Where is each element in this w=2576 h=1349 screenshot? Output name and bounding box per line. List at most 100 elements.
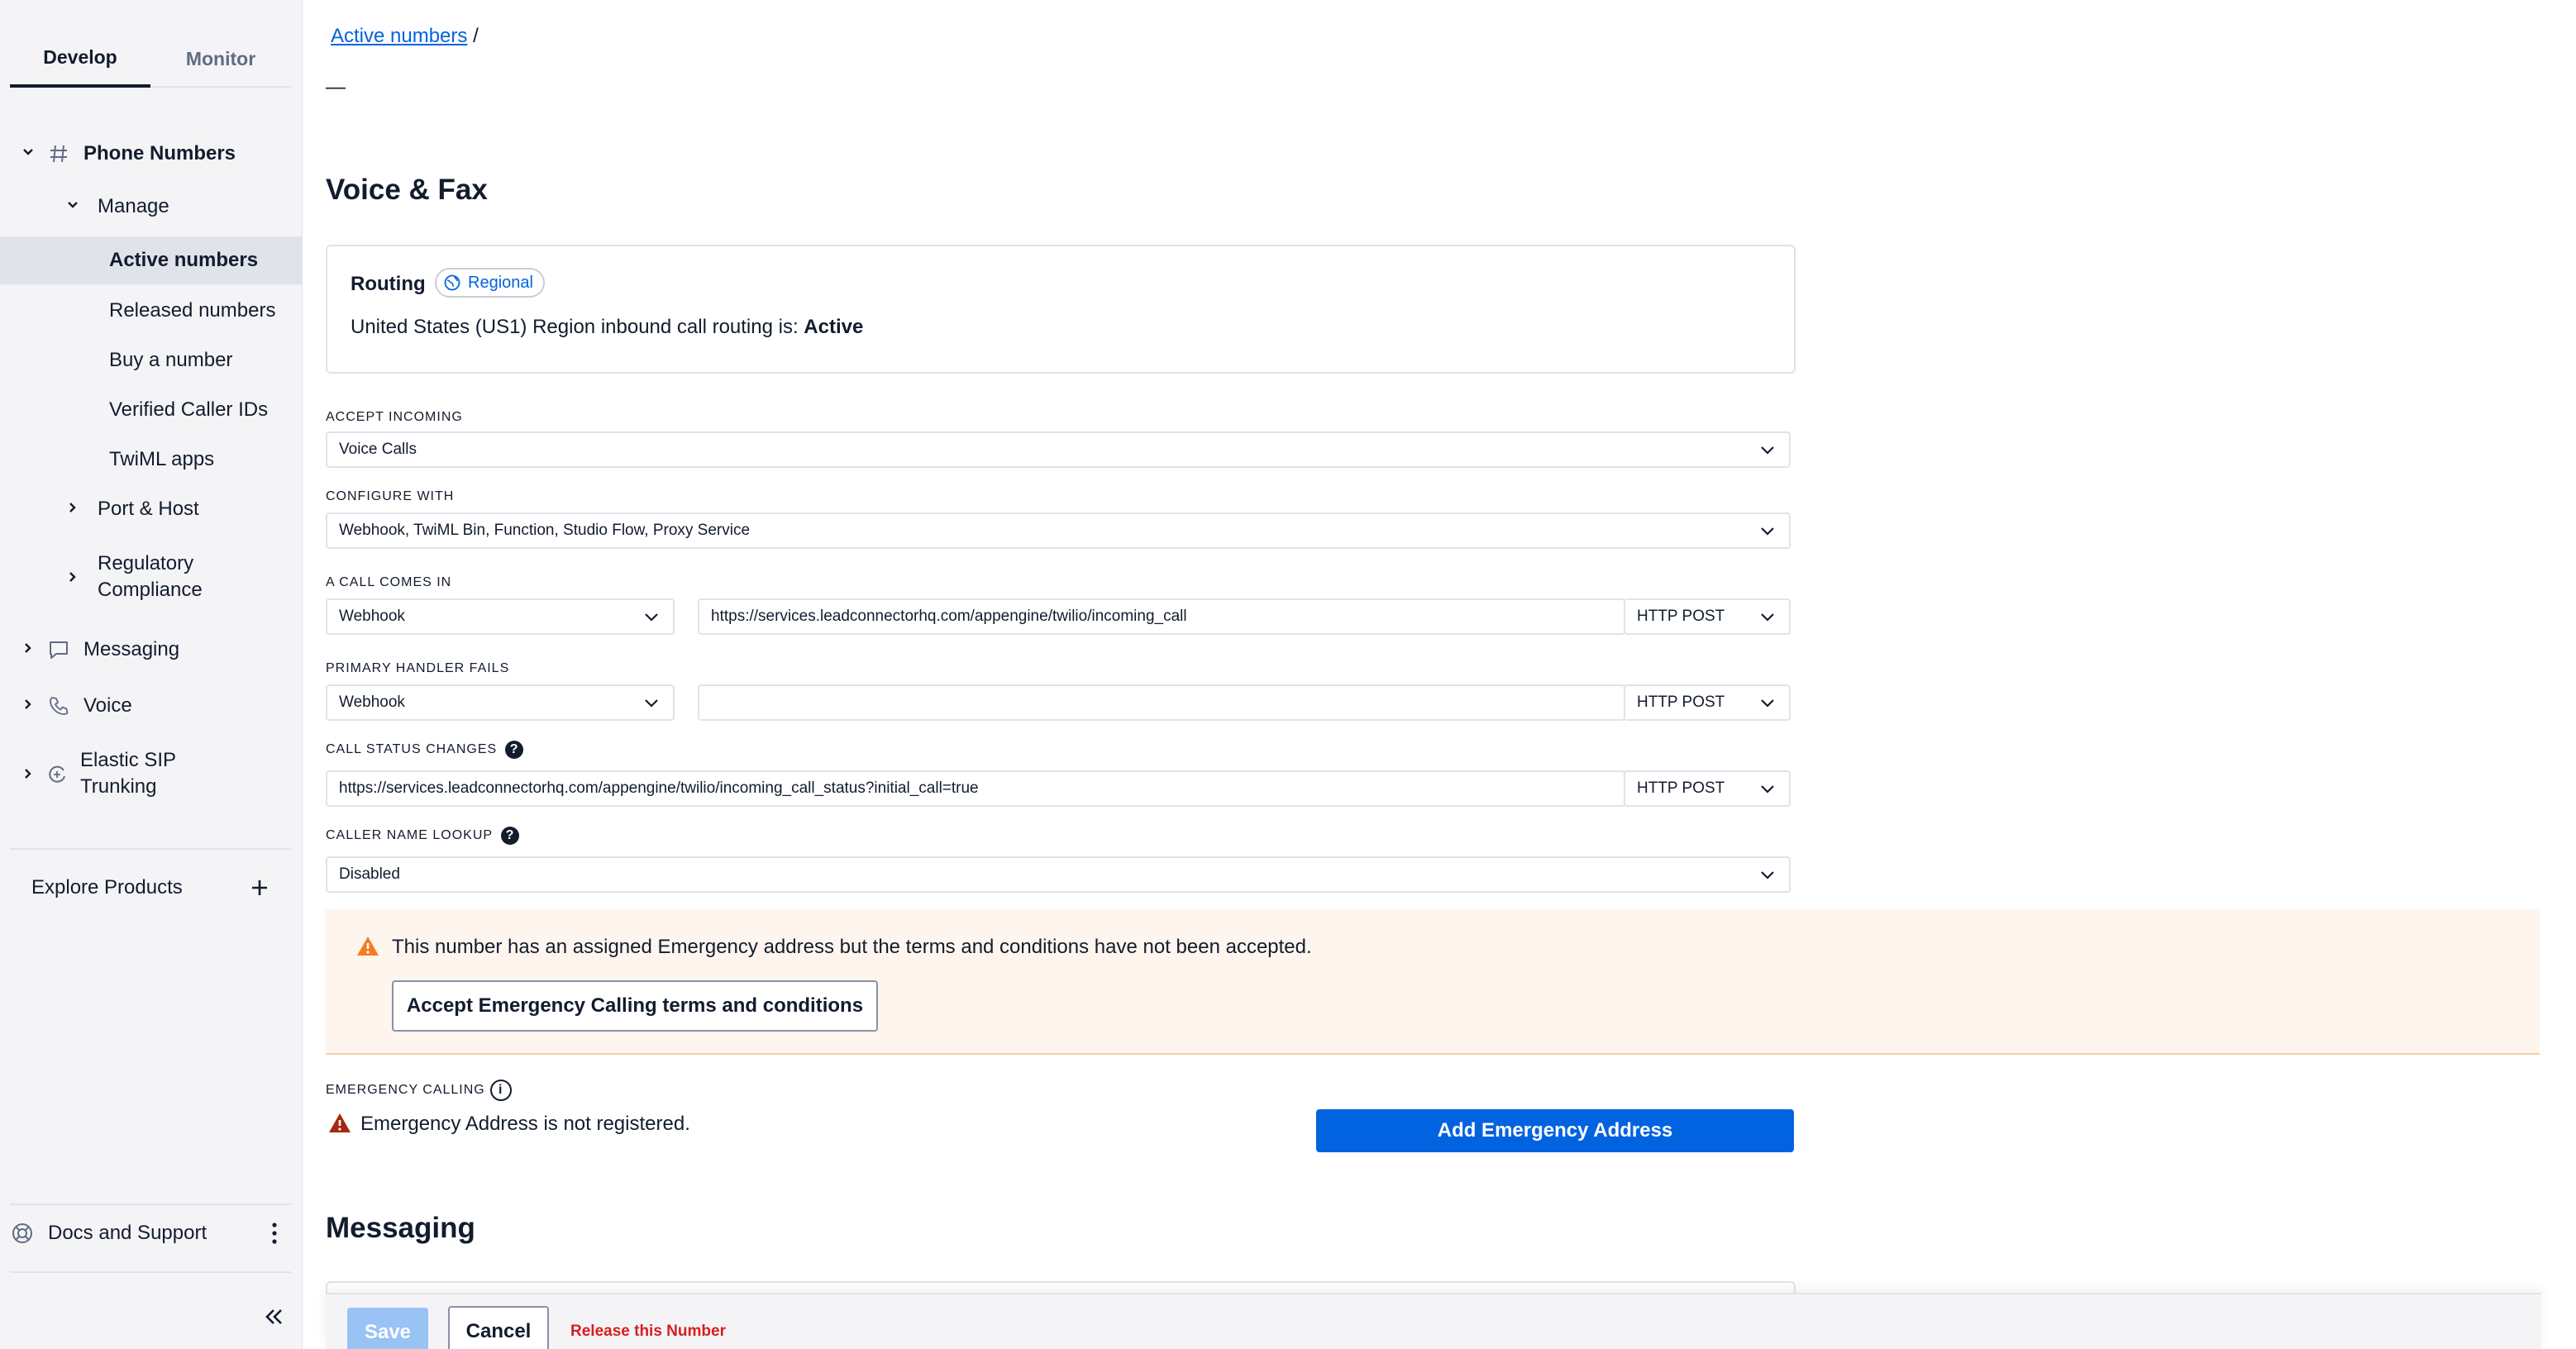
call-status-method-value: HTTP POST xyxy=(1637,779,1725,797)
sidebar-label-explore-products: Explore Products xyxy=(31,876,183,899)
call-comes-in-url-input[interactable]: https://services.leadconnectorhq.com/app… xyxy=(698,598,1625,635)
sidebar-tabs: Develop Monitor xyxy=(10,30,291,88)
sidebar-item-voice[interactable]: Voice xyxy=(0,689,303,722)
notes-value: — xyxy=(326,76,346,98)
call-status-url-input[interactable]: https://services.leadconnectorhq.com/app… xyxy=(326,770,1625,807)
caller-name-lookup-label: CALLER NAME LOOKUP ? xyxy=(326,827,520,845)
call-comes-in-label: A CALL COMES IN xyxy=(326,575,452,589)
primary-handler-url-input[interactable] xyxy=(698,684,1625,721)
tab-monitor[interactable]: Monitor xyxy=(150,30,291,88)
sidebar-label-verified-caller-ids: Verified Caller IDs xyxy=(109,398,269,421)
accept-incoming-label: ACCEPT INCOMING xyxy=(326,410,463,424)
sidebar-label-phone-numbers: Phone Numbers xyxy=(83,142,236,164)
accept-emergency-terms-button[interactable]: Accept Emergency Calling terms and condi… xyxy=(392,980,878,1032)
chevron-down-icon xyxy=(1761,446,1774,455)
sidebar-item-released-numbers[interactable]: Released numbers xyxy=(0,294,303,327)
call-comes-in-method-select[interactable]: HTTP POST xyxy=(1624,598,1791,635)
primary-handler-type-value: Webhook xyxy=(339,694,405,711)
add-emergency-address-button[interactable]: Add Emergency Address xyxy=(1316,1109,1794,1152)
collapse-sidebar-icon[interactable] xyxy=(261,1304,286,1333)
primary-handler-method-select[interactable]: HTTP POST xyxy=(1624,684,1791,721)
sidebar: Develop Monitor Phone Numbers Manage Act… xyxy=(0,0,303,1349)
sidebar-item-regulatory-compliance[interactable]: Regulatory Compliance xyxy=(0,549,303,607)
tab-develop[interactable]: Develop xyxy=(10,30,150,88)
sidebar-item-phone-numbers[interactable]: Phone Numbers xyxy=(0,137,303,170)
chevron-right-icon xyxy=(64,569,81,589)
cancel-button[interactable]: Cancel xyxy=(448,1306,549,1349)
messaging-heading: Messaging xyxy=(326,1212,475,1244)
emergency-terms-alert-text: This number has an assigned Emergency ad… xyxy=(392,936,1312,958)
breadcrumb: Active numbers / xyxy=(331,25,479,48)
phone-icon xyxy=(46,694,71,718)
chevron-down-icon xyxy=(1761,871,1774,879)
chevron-right-icon xyxy=(64,499,81,520)
emergency-calling-label-text: EMERGENCY CALLING xyxy=(326,1083,485,1097)
info-icon[interactable]: i xyxy=(489,1080,512,1101)
warning-icon xyxy=(357,937,379,956)
sidebar-label-regulatory: Regulatory xyxy=(98,552,194,574)
accept-incoming-select[interactable]: Voice Calls xyxy=(326,431,1791,468)
breadcrumb-link-active-numbers[interactable]: Active numbers xyxy=(331,25,467,47)
sidebar-item-active-numbers[interactable]: Active numbers xyxy=(0,236,303,284)
hash-icon xyxy=(46,141,71,166)
voice-fax-heading: Voice & Fax xyxy=(326,174,488,206)
lifebuoy-icon xyxy=(10,1221,35,1246)
release-number-link[interactable]: Release this Number xyxy=(570,1323,726,1341)
call-status-method-select[interactable]: HTTP POST xyxy=(1624,770,1791,807)
chevron-right-icon xyxy=(20,640,36,660)
call-comes-in-method-value: HTTP POST xyxy=(1637,608,1725,625)
call-status-url-value: https://services.leadconnectorhq.com/app… xyxy=(339,779,979,797)
caller-name-lookup-label-text: CALLER NAME LOOKUP xyxy=(326,828,494,842)
sidebar-label-active-numbers: Active numbers xyxy=(109,249,259,271)
chevron-down-icon xyxy=(645,613,658,622)
call-comes-in-type-select[interactable]: Webhook xyxy=(326,598,675,635)
sidebar-label-released-numbers: Released numbers xyxy=(109,299,276,322)
sidebar-item-manage[interactable]: Manage xyxy=(0,190,303,223)
sidebar-divider xyxy=(10,1204,291,1205)
regional-badge-label: Regional xyxy=(468,273,533,292)
emergency-terms-alert: This number has an assigned Emergency ad… xyxy=(326,909,2540,1055)
chevron-right-icon xyxy=(20,696,36,717)
sidebar-divider xyxy=(10,1271,291,1273)
sidebar-label-trunking: Trunking xyxy=(80,775,157,798)
help-icon[interactable]: ? xyxy=(501,827,520,845)
sidebar-item-docs-and-support[interactable]: Docs and Support xyxy=(0,1217,303,1250)
sidebar-item-messaging[interactable]: Messaging xyxy=(0,633,303,666)
chevron-right-icon xyxy=(20,765,36,786)
primary-handler-type-select[interactable]: Webhook xyxy=(326,684,675,721)
sidebar-item-port-host[interactable]: Port & Host xyxy=(0,493,303,526)
globe-icon xyxy=(444,274,460,291)
sidebar-item-verified-caller-ids[interactable]: Verified Caller IDs xyxy=(0,393,303,427)
sidebar-label-elastic-sip: Elastic SIP xyxy=(80,749,177,771)
sidebar-label-voice: Voice xyxy=(83,694,132,717)
main-content: Active numbers / — Voice & Fax Routing R… xyxy=(303,0,2576,1349)
sidebar-item-elastic-sip-trunking[interactable]: Elastic SIP Trunking xyxy=(0,746,303,803)
sidebar-item-explore-products[interactable]: Explore Products xyxy=(0,871,303,904)
sidebar-label-port-host: Port & Host xyxy=(98,498,199,520)
chevron-down-icon xyxy=(1761,613,1774,622)
error-warning-icon xyxy=(329,1113,351,1132)
plus-icon[interactable] xyxy=(250,878,270,903)
help-icon[interactable]: ? xyxy=(505,741,524,759)
chat-bubble-icon xyxy=(46,637,71,662)
sidebar-label-docs-and-support: Docs and Support xyxy=(48,1222,208,1244)
primary-handler-fails-label: PRIMARY HANDLER FAILS xyxy=(326,661,510,675)
sip-trunk-icon xyxy=(45,762,69,787)
sidebar-item-twiml-apps[interactable]: TwiML apps xyxy=(0,443,303,476)
save-button[interactable]: Save xyxy=(347,1308,428,1349)
call-comes-in-type-value: Webhook xyxy=(339,608,405,625)
sidebar-label-twiml-apps: TwiML apps xyxy=(109,448,215,470)
primary-handler-method-value: HTTP POST xyxy=(1637,694,1725,711)
caller-name-lookup-value: Disabled xyxy=(339,865,400,883)
caller-name-lookup-select[interactable]: Disabled xyxy=(326,856,1791,893)
more-vertical-icon[interactable] xyxy=(270,1220,279,1252)
breadcrumb-separator: / xyxy=(473,25,479,47)
configure-with-select[interactable]: Webhook, TwiML Bin, Function, Studio Flo… xyxy=(326,512,1791,549)
routing-status-value: Active xyxy=(804,316,864,338)
routing-title: Routing xyxy=(351,273,426,295)
routing-status-text: United States (US1) Region inbound call … xyxy=(351,316,863,339)
sidebar-item-buy-a-number[interactable]: Buy a number xyxy=(0,344,303,377)
emergency-status-text: Emergency Address is not registered. xyxy=(360,1113,690,1135)
configure-with-label: CONFIGURE WITH xyxy=(326,489,455,503)
chevron-down-icon xyxy=(645,699,658,708)
